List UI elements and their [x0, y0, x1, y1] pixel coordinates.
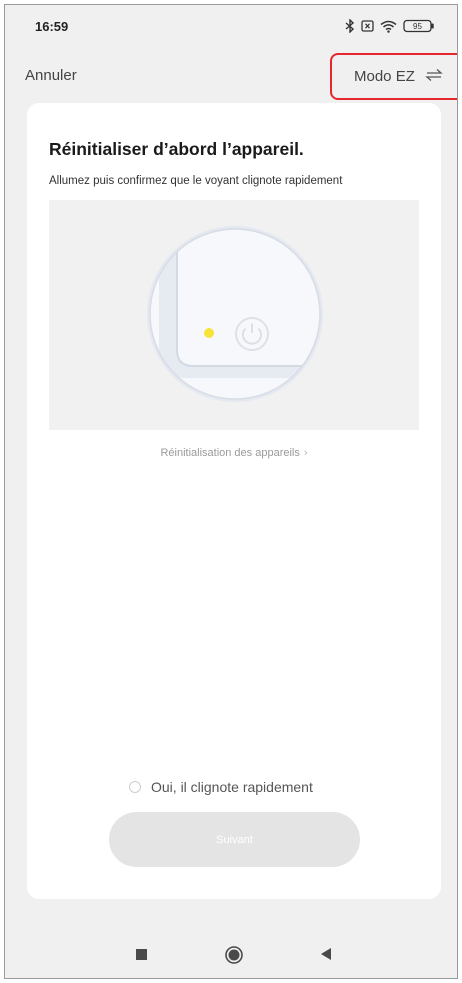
mode-switch-button[interactable]: Modo EZ	[354, 68, 415, 85]
reset-link-label: Réinitialisation des appareils	[160, 447, 300, 459]
device-reset-link[interactable]: Réinitialisation des appareils ›	[27, 447, 441, 459]
back-icon[interactable]	[320, 947, 332, 966]
top-nav-bar: Annuler Modo EZ	[5, 49, 457, 100]
device-illustration	[49, 200, 419, 430]
instruction-text: Allumez puis confirmez que le voyant cli…	[49, 175, 343, 187]
page-title: Réinitialiser d’abord l’appareil.	[49, 139, 304, 159]
swap-arrows-icon[interactable]	[425, 68, 443, 87]
phone-screen: 16:59 95 Annuler Modo EZ Réinitialiser d…	[4, 4, 458, 979]
battery-level: 95	[413, 22, 422, 31]
recent-apps-icon[interactable]	[136, 949, 147, 960]
chevron-right-icon: ›	[303, 447, 308, 459]
status-bar: 16:59 95	[5, 5, 457, 49]
battery-icon: 95	[403, 19, 435, 33]
status-time: 16:59	[35, 19, 69, 34]
system-nav-bar	[5, 927, 457, 978]
sim-x-icon	[361, 20, 374, 32]
indicator-light-icon	[204, 328, 214, 338]
bluetooth-icon	[345, 19, 355, 33]
confirm-blinking-option[interactable]: Oui, il clignote rapidement	[129, 777, 313, 797]
cancel-button[interactable]: Annuler	[25, 67, 77, 84]
wifi-icon	[380, 20, 397, 33]
confirm-radio[interactable]	[129, 781, 141, 793]
next-button[interactable]: Suivant	[109, 812, 360, 867]
home-icon[interactable]	[225, 946, 243, 964]
status-icons: 95	[345, 17, 435, 35]
reset-instructions-card: Réinitialiser d’abord l’appareil. Allume…	[27, 103, 441, 899]
confirm-label: Oui, il clignote rapidement	[151, 779, 313, 795]
